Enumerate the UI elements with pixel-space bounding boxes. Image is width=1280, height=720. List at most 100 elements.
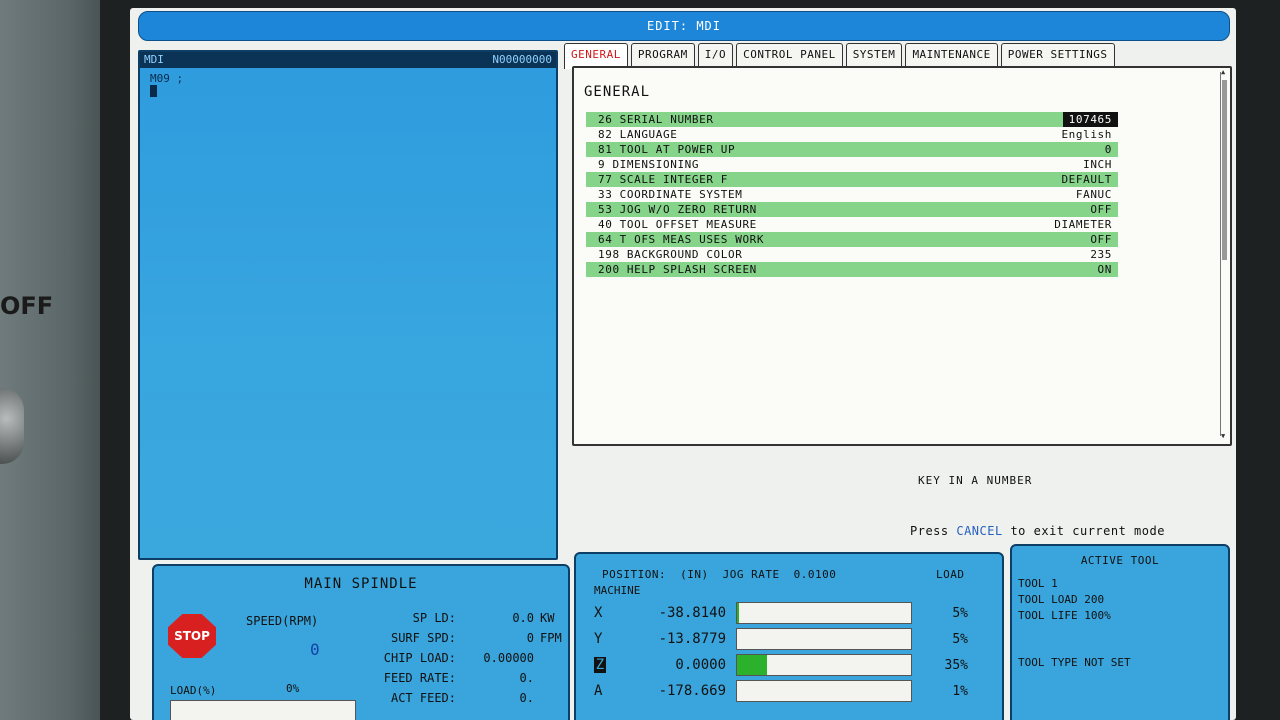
setting-label: 26 SERIAL NUMBER	[598, 113, 714, 126]
spindle-stat-row: CHIP LOAD: 0.00000	[374, 648, 564, 668]
setting-row[interactable]: 82 LANGUAGE English	[586, 127, 1118, 142]
setting-value: DEFAULT	[1061, 173, 1112, 186]
setting-row[interactable]: 40 TOOL OFFSET MEASURE DIAMETER	[586, 217, 1118, 232]
setting-row[interactable]: 33 COORDINATE SYSTEM FANUC	[586, 187, 1118, 202]
spindle-title: MAIN SPINDLE	[304, 576, 418, 592]
stat-value: 0.	[519, 691, 534, 705]
setting-value: DIAMETER	[1054, 218, 1112, 231]
setting-row[interactable]: 26 SERIAL NUMBER 107465	[586, 112, 1118, 127]
stat-unit	[534, 688, 564, 708]
spindle-stats: SP LD: 0.0 KW SURF SPD: 0 FPM CHIP LOAD: 0.0000…	[374, 608, 564, 708]
stat-label: FEED RATE:	[383, 671, 456, 685]
setting-row[interactable]: 53 JOG W/O ZERO RETURN OFF	[586, 202, 1118, 217]
setting-label: 40 TOOL OFFSET MEASURE	[598, 218, 757, 231]
hint-after: to exit current mode	[1002, 524, 1165, 538]
setting-row[interactable]: 198 BACKGROUND COLOR 235	[586, 247, 1118, 262]
mdi-editor-panel[interactable]: MDI N00000000 M09 ;	[138, 50, 558, 560]
axis-name: A	[594, 683, 603, 699]
mdi-program-text[interactable]: M09 ;	[140, 68, 556, 104]
stat-unit: FPM	[540, 631, 562, 645]
jog-rate-value: 0.0100	[793, 568, 837, 581]
axis-value: -13.8779	[658, 631, 726, 647]
jog-rate-label: JOG RATE	[722, 568, 780, 581]
stat-label: SURF SPD:	[390, 631, 456, 645]
stat-value: 0.00000	[483, 651, 534, 665]
setting-value: English	[1061, 128, 1112, 141]
tool-load: TOOL LOAD 200	[1018, 593, 1105, 606]
axis-name: X	[594, 605, 603, 621]
setting-label: 198 BACKGROUND COLOR	[598, 248, 743, 261]
axis-load-bar	[736, 628, 912, 650]
axis-rows: X -38.8140 5% Y -13.8779 5% Z 0.0000 35% A -178.66…	[594, 600, 994, 704]
setting-row[interactable]: 81 TOOL AT POWER UP 0	[586, 142, 1118, 157]
axis-load-value: 1%	[952, 683, 968, 699]
spindle-load-value: 0%	[286, 682, 300, 695]
tab-program[interactable]: PROGRAM	[630, 43, 695, 67]
settings-list: 26 SERIAL NUMBER 107465 82 LANGUAGE English…	[586, 112, 1118, 277]
settings-scrollbar[interactable]: ▲ ▼	[1220, 68, 1228, 440]
setting-row[interactable]: 9 DIMENSIONING INCH	[586, 157, 1118, 172]
setting-value: OFF	[1090, 203, 1112, 216]
mdi-program-line: M09 ;	[150, 72, 184, 85]
setting-label: 33 COORDINATE SYSTEM	[598, 188, 743, 201]
stop-icon: STOP	[168, 614, 216, 658]
main-spindle-panel: MAIN SPINDLE STOP SPEED(RPM) 0 LOAD(%) 0…	[152, 564, 570, 720]
stat-label: SP LD:	[412, 611, 456, 625]
bezel-knob	[0, 388, 24, 464]
axis-name: Y	[594, 631, 603, 647]
scroll-down-arrow-icon[interactable]: ▼	[1221, 432, 1225, 440]
axis-load-bar	[736, 654, 912, 676]
stat-label: CHIP LOAD:	[383, 651, 456, 665]
setting-label: 9 DIMENSIONING	[598, 158, 700, 171]
spindle-load-bar	[170, 700, 356, 720]
setting-label: 77 SCALE INTEGER F	[598, 173, 729, 186]
axis-load-bar	[736, 602, 912, 624]
setting-label: 53 JOG W/O ZERO RETURN	[598, 203, 757, 216]
axis-load-bar	[736, 680, 912, 702]
axis-load-value: 5%	[952, 605, 968, 621]
settings-title: GENERAL	[584, 84, 651, 100]
stat-value: 0.0	[512, 611, 534, 625]
stat-unit	[534, 668, 564, 688]
position-mode: MACHINE	[594, 584, 641, 597]
scroll-up-arrow-icon[interactable]: ▲	[1221, 68, 1225, 76]
axis-value: 0.0000	[675, 657, 726, 673]
mode-title-bar: EDIT: MDI	[138, 11, 1230, 41]
tab-control-panel[interactable]: CONTROL PANEL	[736, 43, 843, 67]
stat-label: ACT FEED:	[390, 691, 456, 705]
setting-row[interactable]: 64 T OFS MEAS USES WORK OFF	[586, 232, 1118, 247]
spindle-stat-row: ACT FEED: 0.	[374, 688, 564, 708]
mdi-block-number: N00000000	[492, 53, 552, 66]
tab-maintenance[interactable]: MAINTENANCE	[905, 43, 998, 67]
stat-value: 0	[526, 631, 534, 645]
spindle-stat-row: SURF SPD: 0 FPM	[374, 628, 564, 648]
axis-load-fill	[737, 655, 767, 675]
speed-label: SPEED(RPM)	[246, 614, 319, 628]
axis-row: A -178.669 1%	[594, 678, 994, 704]
cancel-hint: Press CANCEL to exit current mode	[910, 524, 1165, 538]
power-off-label: OFF	[0, 292, 54, 320]
spindle-load-label: LOAD(%)	[170, 684, 217, 697]
setting-value: 0	[1104, 143, 1112, 156]
axis-row: Y -13.8779 5%	[594, 626, 994, 652]
tab-power-settings[interactable]: POWER SETTINGS	[1000, 43, 1115, 67]
settings-panel: GENERAL 26 SERIAL NUMBER 107465 82 LANGUAG…	[572, 66, 1232, 446]
setting-label: 64 T OFS MEAS USES WORK	[598, 233, 765, 246]
tool-info: TOOL 1 TOOL LOAD 200 TOOL LIFE 100%	[1018, 576, 1111, 624]
tab-io[interactable]: I/O	[697, 43, 734, 67]
setting-row[interactable]: 77 SCALE INTEGER F DEFAULT	[586, 172, 1118, 187]
setting-row[interactable]: 200 HELP SPLASH SCREEN ON	[586, 262, 1118, 277]
scroll-thumb[interactable]	[1222, 80, 1227, 260]
cancel-key-label: CANCEL	[956, 524, 1003, 538]
position-panel: POSITION: (IN) JOG RATE 0.0100 LOAD MACH…	[574, 552, 1004, 720]
setting-value: OFF	[1090, 233, 1112, 246]
setting-label: 81 TOOL AT POWER UP	[598, 143, 736, 156]
machine-bezel: OFF	[0, 0, 100, 720]
axis-value: -178.669	[658, 683, 726, 699]
load-column-label: LOAD	[936, 568, 965, 581]
setting-label: 200 HELP SPLASH SCREEN	[598, 263, 757, 276]
tab-system[interactable]: SYSTEM	[845, 43, 903, 67]
stat-value: 0.	[519, 671, 534, 685]
text-cursor	[150, 85, 157, 97]
position-label: POSITION:	[602, 568, 667, 581]
